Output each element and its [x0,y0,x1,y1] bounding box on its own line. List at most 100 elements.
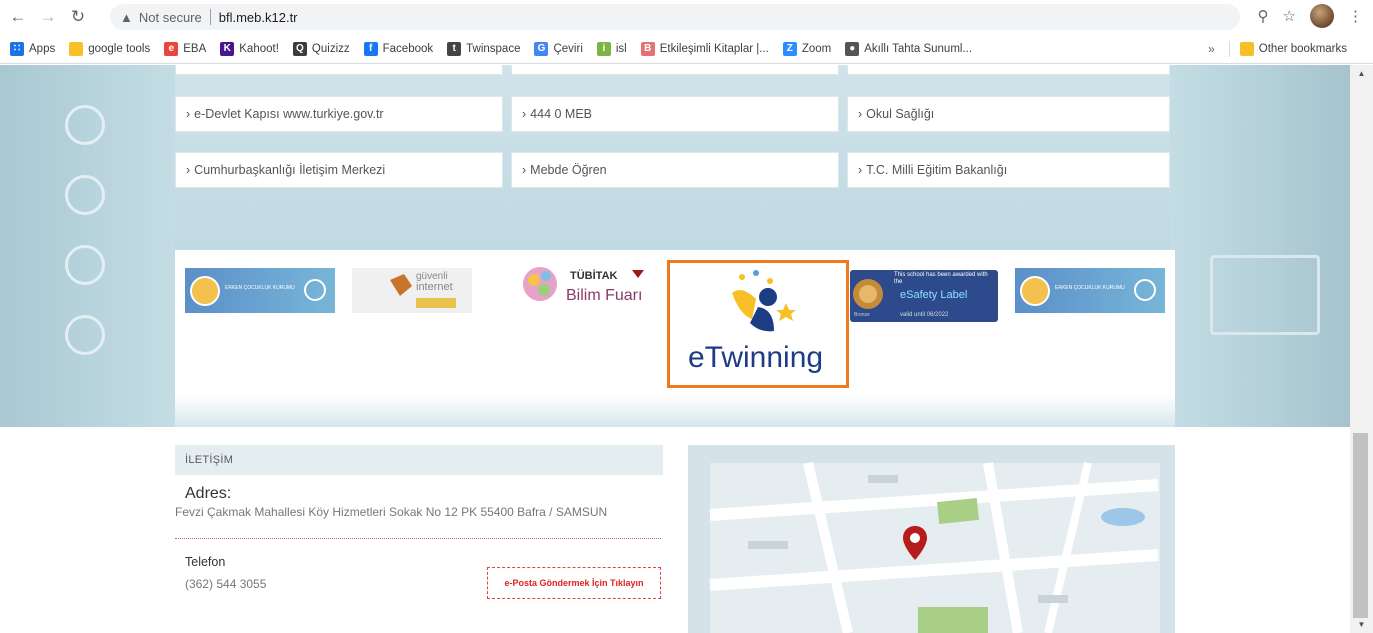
notebook-ring-decoration [65,315,105,355]
url-text[interactable]: bfl.meb.k12.tr [219,10,298,25]
other-bookmarks-label: Other bookmarks [1258,43,1347,55]
etwinning-logo[interactable]: eTwinning [667,260,849,388]
esafety-caption: This school has been awarded with the [894,272,988,285]
book-icon: B [640,41,655,56]
address-bar[interactable]: ▲ Not secure bfl.meb.k12.tr [110,4,1240,30]
quizizz-icon: Q [292,41,307,56]
guvenli-text-bottom: internet [416,281,453,293]
send-email-button[interactable]: e-Posta Göndermek İçin Tıklayın [487,567,661,599]
bookmark-label: Apps [29,42,56,55]
esafety-valid: valid until 06/2022 [900,312,949,318]
map-illustration [688,445,1175,633]
bookmark-item[interactable]: f Facebook [363,41,434,56]
bookmarks-right: » Other bookmarks [1208,34,1361,64]
forward-arrow-icon[interactable]: → [36,5,60,29]
link-box-partial [847,65,1170,75]
page-viewport: › e-Devlet Kapısı www.turkiye.gov.tr › 4… [0,65,1350,633]
bookmark-label: isl [615,42,627,55]
bookmarks-overflow-icon[interactable]: » [1208,42,1215,56]
bookmarks-bar: ∷ Apps google tools e EBA K Kahoot! Q Quizizz f Fa… [0,34,1373,64]
bookmark-label: Zoom [801,42,832,55]
etwinning-figure-icon [732,270,796,332]
esafety-level: Bronze [854,312,870,318]
back-arrow-icon[interactable]: ← [6,5,30,29]
star-bookmark-icon[interactable]: ☆ [1283,7,1296,25]
bookmark-item[interactable]: google tools [69,41,151,56]
bookmark-item[interactable]: G Çeviri [534,41,583,56]
other-bookmarks[interactable]: Other bookmarks [1239,42,1347,56]
bookmark-label: Kahoot! [239,42,279,55]
isl-icon: i [596,41,611,56]
esafety-title: eSafety Label [900,289,968,301]
bookmark-item[interactable]: e EBA [164,41,206,56]
warning-icon[interactable]: ▲ [120,10,133,25]
link-e-devlet[interactable]: › e-Devlet Kapısı www.turkiye.gov.tr [175,96,503,132]
right-decoration [1170,65,1350,427]
bookmark-item[interactable]: Q Quizizz [292,41,350,56]
bookmark-label: google tools [88,42,151,55]
bookmarks-divider [1228,41,1230,57]
scroll-up-arrow-icon[interactable]: ▲ [1350,69,1373,78]
bookmark-item[interactable]: t Twinspace [447,41,520,56]
bookmark-label: Akıllı Tahta Sunuml... [864,42,973,55]
map-pin-icon [903,526,927,560]
link-okul-sagligi[interactable]: › Okul Sağlığı [847,96,1170,132]
bookmark-item[interactable]: i isl [596,41,627,56]
bookmark-label: Çeviri [553,42,583,55]
guvenli-internet-emblem-icon [390,274,456,308]
notebook-ring-decoration [65,245,105,285]
chevron-right-icon: › [522,107,527,121]
location-map[interactable] [688,445,1175,633]
profile-avatar[interactable] [1310,4,1334,28]
contact-header-title: İLETİŞİM [185,454,234,466]
bookmark-label: Facebook [382,42,434,55]
eba-icon: e [164,41,179,56]
link-meb[interactable]: › T.C. Milli Eğitim Bakanlığı [847,152,1170,188]
url-separator [209,9,211,25]
bookmark-item[interactable]: K Kahoot! [220,41,279,56]
chevron-right-icon: › [858,163,863,177]
gdk-logo[interactable]: ERKEN ÇOCUKLUK KURUMU [185,268,335,313]
tubitak-title: TÜBİTAK [570,270,618,282]
bookmark-item[interactable]: ● Akıllı Tahta Sunuml... [845,41,973,56]
facebook-icon: f [363,41,378,56]
gdk-logo-text: ERKEN ÇOCUKLUK KURUMU [225,285,295,291]
link-444-meb[interactable]: › 444 0 MEB [511,96,839,132]
link-label: T.C. Milli Eğitim Bakanlığı [866,163,1008,177]
bookmark-item[interactable]: B Etkileşimli Kitaplar |... [640,41,769,56]
zoom-icon: Z [782,41,797,56]
scrollbar-thumb[interactable] [1353,433,1368,618]
link-cimer[interactable]: › Cumhurbaşkanlığı İletişim Merkezi [175,152,503,188]
chevron-right-icon: › [186,107,191,121]
link-label: Okul Sağlığı [866,107,935,121]
contact-section: İLETİŞİM Adres: Fevzi Çakmak Mahallesi K… [175,445,663,633]
page-scrollbar[interactable]: ▲ ▼ [1350,65,1373,633]
zoom-magnifier-icon[interactable]: ⚲ [1258,7,1269,25]
folder-icon [69,41,84,56]
link-mebde-ogren[interactable]: › Mebde Öğren [511,152,839,188]
gdk-logo-text: ERKEN ÇOCUKLUK KURUMU [1055,285,1125,291]
guvenli-internet-logo[interactable]: güvenli internet [352,268,472,313]
menu-kebab-icon[interactable]: ⋮ [1348,7,1363,25]
computer-outline-decoration [1210,255,1320,335]
send-email-label: e-Posta Göndermek İçin Tıklayın [504,578,644,588]
reload-icon[interactable]: ↻ [66,5,90,29]
apps-grid-icon: ∷ [10,41,24,56]
address-label: Adres: [185,485,232,502]
esafety-label-logo[interactable]: This school has been awarded with the eS… [850,270,998,322]
security-label[interactable]: Not secure [139,10,202,25]
bookmark-label: Etkileşimli Kitaplar |... [659,42,769,55]
tubitak-bilim-fuari-logo[interactable]: TÜBİTAK Bilim Fuarı [520,262,655,317]
scroll-down-arrow-icon[interactable]: ▼ [1350,620,1373,629]
phone-label: Telefon [185,555,226,569]
bookmark-item[interactable]: Z Zoom [782,41,832,56]
bookmark-item[interactable]: ∷ Apps [10,41,56,56]
chevron-right-icon: › [186,163,191,177]
chevron-right-icon: › [522,163,527,177]
notebook-ring-decoration [65,105,105,145]
twinspace-icon: t [447,41,462,56]
folder-icon [1239,42,1254,56]
chevron-right-icon: › [858,107,863,121]
gdk-logo[interactable]: ERKEN ÇOCUKLUK KURUMU [1015,268,1165,313]
toolbar-actions: ⚲ ☆ ⋮ [1258,4,1363,28]
